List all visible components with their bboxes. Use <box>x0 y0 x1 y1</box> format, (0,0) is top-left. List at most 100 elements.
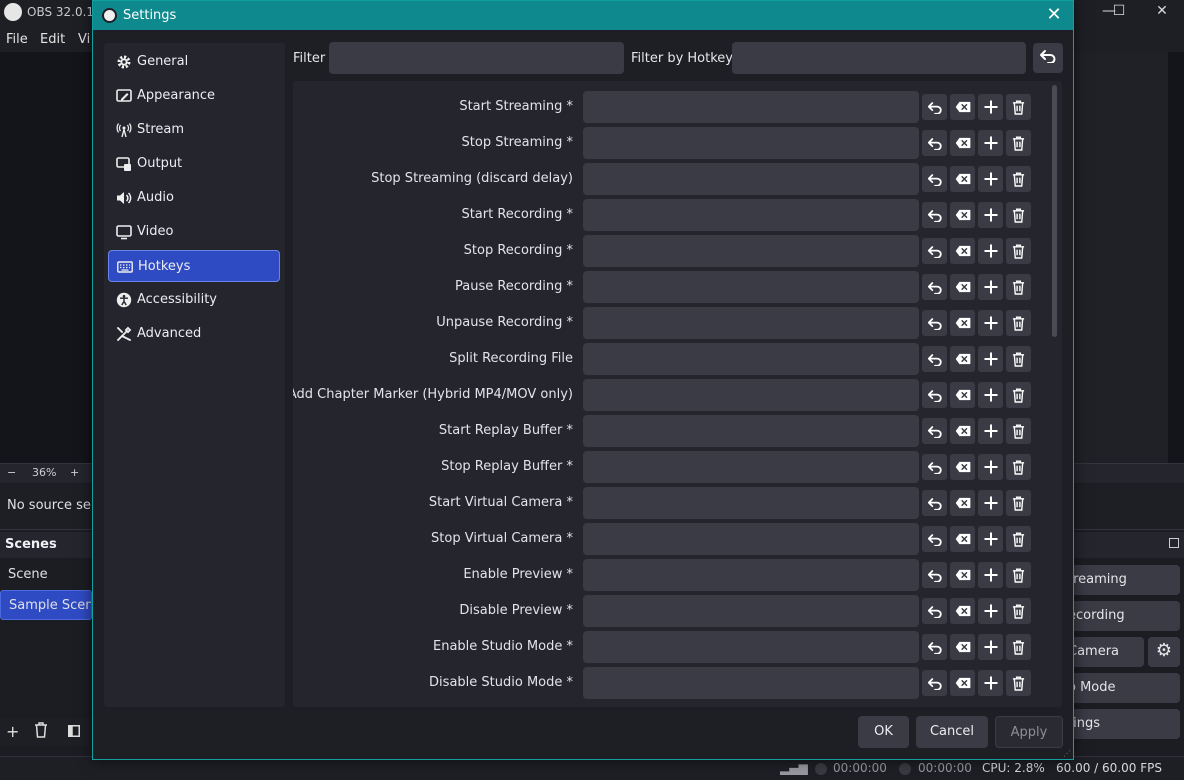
close-icon[interactable]: ✕ <box>1043 4 1065 25</box>
revert-hotkey-button[interactable] <box>922 382 947 408</box>
remove-hotkey-button[interactable] <box>1006 94 1031 120</box>
add-hotkey-button[interactable] <box>978 418 1003 444</box>
clear-hotkey-button[interactable] <box>950 454 975 480</box>
start-recording-button[interactable]: ecording <box>1062 601 1180 631</box>
revert-hotkey-button[interactable] <box>922 274 947 300</box>
remove-hotkey-button[interactable] <box>1006 238 1031 264</box>
hotkey-input[interactable] <box>583 523 919 555</box>
close-icon[interactable]: ✕ <box>1139 0 1184 24</box>
revert-hotkey-button[interactable] <box>922 94 947 120</box>
clear-hotkey-button[interactable] <box>950 166 975 192</box>
start-virtual-camera-button[interactable]: Camera <box>1062 637 1144 667</box>
clear-hotkey-button[interactable] <box>950 598 975 624</box>
hotkey-input[interactable] <box>583 487 919 519</box>
hotkey-input[interactable] <box>583 235 919 267</box>
add-hotkey-button[interactable] <box>978 598 1003 624</box>
apply-button[interactable]: Apply <box>995 716 1063 748</box>
remove-hotkey-button[interactable] <box>1006 130 1031 156</box>
clear-hotkey-button[interactable] <box>950 94 975 120</box>
add-hotkey-button[interactable] <box>978 454 1003 480</box>
virtual-camera-settings-icon[interactable]: ⚙ <box>1148 637 1180 667</box>
hotkey-input[interactable] <box>583 451 919 483</box>
cancel-button[interactable]: Cancel <box>916 716 988 748</box>
add-hotkey-button[interactable] <box>978 526 1003 552</box>
revert-hotkey-button[interactable] <box>922 454 947 480</box>
settings-button[interactable]: tings <box>1062 709 1180 739</box>
menu-view[interactable]: Vi <box>78 32 90 47</box>
clear-hotkey-button[interactable] <box>950 418 975 444</box>
scene-item[interactable]: Scene <box>0 560 92 590</box>
remove-hotkey-button[interactable] <box>1006 454 1031 480</box>
remove-hotkey-button[interactable] <box>1006 634 1031 660</box>
hotkey-input[interactable] <box>583 271 919 303</box>
clear-hotkey-button[interactable] <box>950 382 975 408</box>
remove-hotkey-button[interactable] <box>1006 670 1031 696</box>
add-hotkey-button[interactable] <box>978 670 1003 696</box>
nav-general[interactable]: General <box>108 46 280 78</box>
clear-hotkey-button[interactable] <box>950 346 975 372</box>
remove-hotkey-button[interactable] <box>1006 310 1031 336</box>
clear-hotkey-button[interactable] <box>950 274 975 300</box>
hotkey-input[interactable] <box>583 379 919 411</box>
clear-hotkey-button[interactable] <box>950 634 975 660</box>
scene-item-selected[interactable]: Sample Scene <box>0 590 92 620</box>
nav-video[interactable]: Video <box>108 216 280 248</box>
revert-hotkey-button[interactable] <box>922 346 947 372</box>
hotkey-input[interactable] <box>583 415 919 447</box>
revert-hotkey-button[interactable] <box>922 238 947 264</box>
remove-hotkey-button[interactable] <box>1006 598 1031 624</box>
hotkey-input[interactable] <box>583 163 919 195</box>
remove-hotkey-button[interactable] <box>1006 490 1031 516</box>
add-scene-icon[interactable]: + <box>6 722 19 741</box>
revert-hotkey-button[interactable] <box>922 670 947 696</box>
add-hotkey-button[interactable] <box>978 310 1003 336</box>
clear-hotkey-button[interactable] <box>950 202 975 228</box>
remove-hotkey-button[interactable] <box>1006 202 1031 228</box>
revert-hotkey-button[interactable] <box>922 130 947 156</box>
menu-file[interactable]: File <box>6 32 28 47</box>
revert-hotkey-button[interactable] <box>922 634 947 660</box>
nav-hotkeys[interactable]: Hotkeys <box>108 250 280 282</box>
menu-edit[interactable]: Edit <box>40 32 65 47</box>
maximize-icon[interactable]: ☐ <box>1096 0 1142 24</box>
revert-hotkey-button[interactable] <box>922 526 947 552</box>
studio-mode-button[interactable]: o Mode <box>1062 673 1180 703</box>
filter-hotkey-input[interactable] <box>732 42 1026 74</box>
add-hotkey-button[interactable] <box>978 202 1003 228</box>
scene-filter-icon[interactable] <box>68 722 80 741</box>
nav-appearance[interactable]: Appearance <box>108 80 280 112</box>
add-hotkey-button[interactable] <box>978 382 1003 408</box>
add-hotkey-button[interactable] <box>978 130 1003 156</box>
revert-hotkey-button[interactable] <box>922 310 947 336</box>
remove-hotkey-button[interactable] <box>1006 526 1031 552</box>
reset-filter-button[interactable] <box>1033 43 1063 73</box>
clear-hotkey-button[interactable] <box>950 238 975 264</box>
remove-hotkey-button[interactable] <box>1006 562 1031 588</box>
start-streaming-button[interactable]: treaming <box>1062 565 1180 595</box>
zoom-in-button[interactable]: + <box>70 466 79 479</box>
revert-hotkey-button[interactable] <box>922 166 947 192</box>
remove-hotkey-button[interactable] <box>1006 418 1031 444</box>
add-hotkey-button[interactable] <box>978 346 1003 372</box>
revert-hotkey-button[interactable] <box>922 562 947 588</box>
filter-input[interactable] <box>329 42 624 74</box>
scrollbar-thumb[interactable] <box>1052 85 1057 337</box>
dock-float-icon[interactable] <box>1169 538 1179 548</box>
clear-hotkey-button[interactable] <box>950 562 975 588</box>
clear-hotkey-button[interactable] <box>950 130 975 156</box>
hotkey-input[interactable] <box>583 667 919 699</box>
revert-hotkey-button[interactable] <box>922 202 947 228</box>
add-hotkey-button[interactable] <box>978 94 1003 120</box>
nav-stream[interactable]: Stream <box>108 114 280 146</box>
remove-hotkey-button[interactable] <box>1006 274 1031 300</box>
clear-hotkey-button[interactable] <box>950 490 975 516</box>
clear-hotkey-button[interactable] <box>950 670 975 696</box>
revert-hotkey-button[interactable] <box>922 418 947 444</box>
remove-hotkey-button[interactable] <box>1006 346 1031 372</box>
hotkey-input[interactable] <box>583 631 919 663</box>
revert-hotkey-button[interactable] <box>922 598 947 624</box>
hotkey-input[interactable] <box>583 127 919 159</box>
hotkey-input[interactable] <box>583 559 919 591</box>
add-hotkey-button[interactable] <box>978 238 1003 264</box>
hotkey-input[interactable] <box>583 595 919 627</box>
